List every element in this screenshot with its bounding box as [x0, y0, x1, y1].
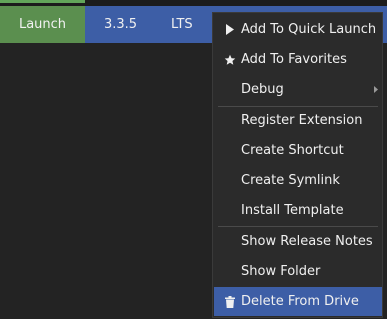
menu-item-label: Create Shortcut — [241, 143, 344, 158]
menu-item-label: Add To Quick Launch — [241, 22, 377, 37]
launch-button[interactable]: Launch — [0, 6, 85, 43]
play-icon — [224, 15, 236, 44]
menu-item-add-to-quick-launch[interactable]: Add To Quick Launch — [214, 15, 382, 44]
menu-item-label: Debug — [241, 82, 284, 97]
menu-item-label: Register Extension — [241, 113, 363, 128]
app-window: Launch 3.3.5 LTS Add To Quick Launch Add… — [0, 0, 387, 319]
menu-item-add-to-favorites[interactable]: Add To Favorites — [214, 45, 382, 74]
menu-item-show-folder[interactable]: Show Folder — [214, 257, 382, 286]
menu-item-label: Add To Favorites — [241, 52, 347, 67]
trash-icon — [224, 287, 236, 316]
menu-item-create-shortcut[interactable]: Create Shortcut — [214, 136, 382, 165]
chevron-right-icon — [374, 75, 378, 104]
channel-label: LTS — [171, 17, 193, 32]
version-label: 3.3.5 — [104, 17, 138, 32]
menu-item-show-release-notes[interactable]: Show Release Notes — [214, 227, 382, 256]
menu-item-label: Show Release Notes — [241, 234, 373, 249]
menu-item-install-template[interactable]: Install Template — [214, 196, 382, 225]
menu-item-delete-from-drive[interactable]: Delete From Drive — [214, 287, 382, 316]
menu-item-register-extension[interactable]: Register Extension — [214, 106, 382, 135]
context-menu: Add To Quick Launch Add To Favorites Deb… — [212, 12, 383, 318]
menu-item-label: Create Symlink — [241, 173, 340, 188]
menu-item-label: Install Template — [241, 203, 344, 218]
star-icon — [224, 45, 236, 74]
top-accent — [0, 0, 85, 3]
menu-item-label: Show Folder — [241, 264, 321, 279]
menu-item-label: Delete From Drive — [241, 294, 359, 309]
menu-item-debug[interactable]: Debug — [214, 75, 382, 104]
menu-item-create-symlink[interactable]: Create Symlink — [214, 166, 382, 195]
